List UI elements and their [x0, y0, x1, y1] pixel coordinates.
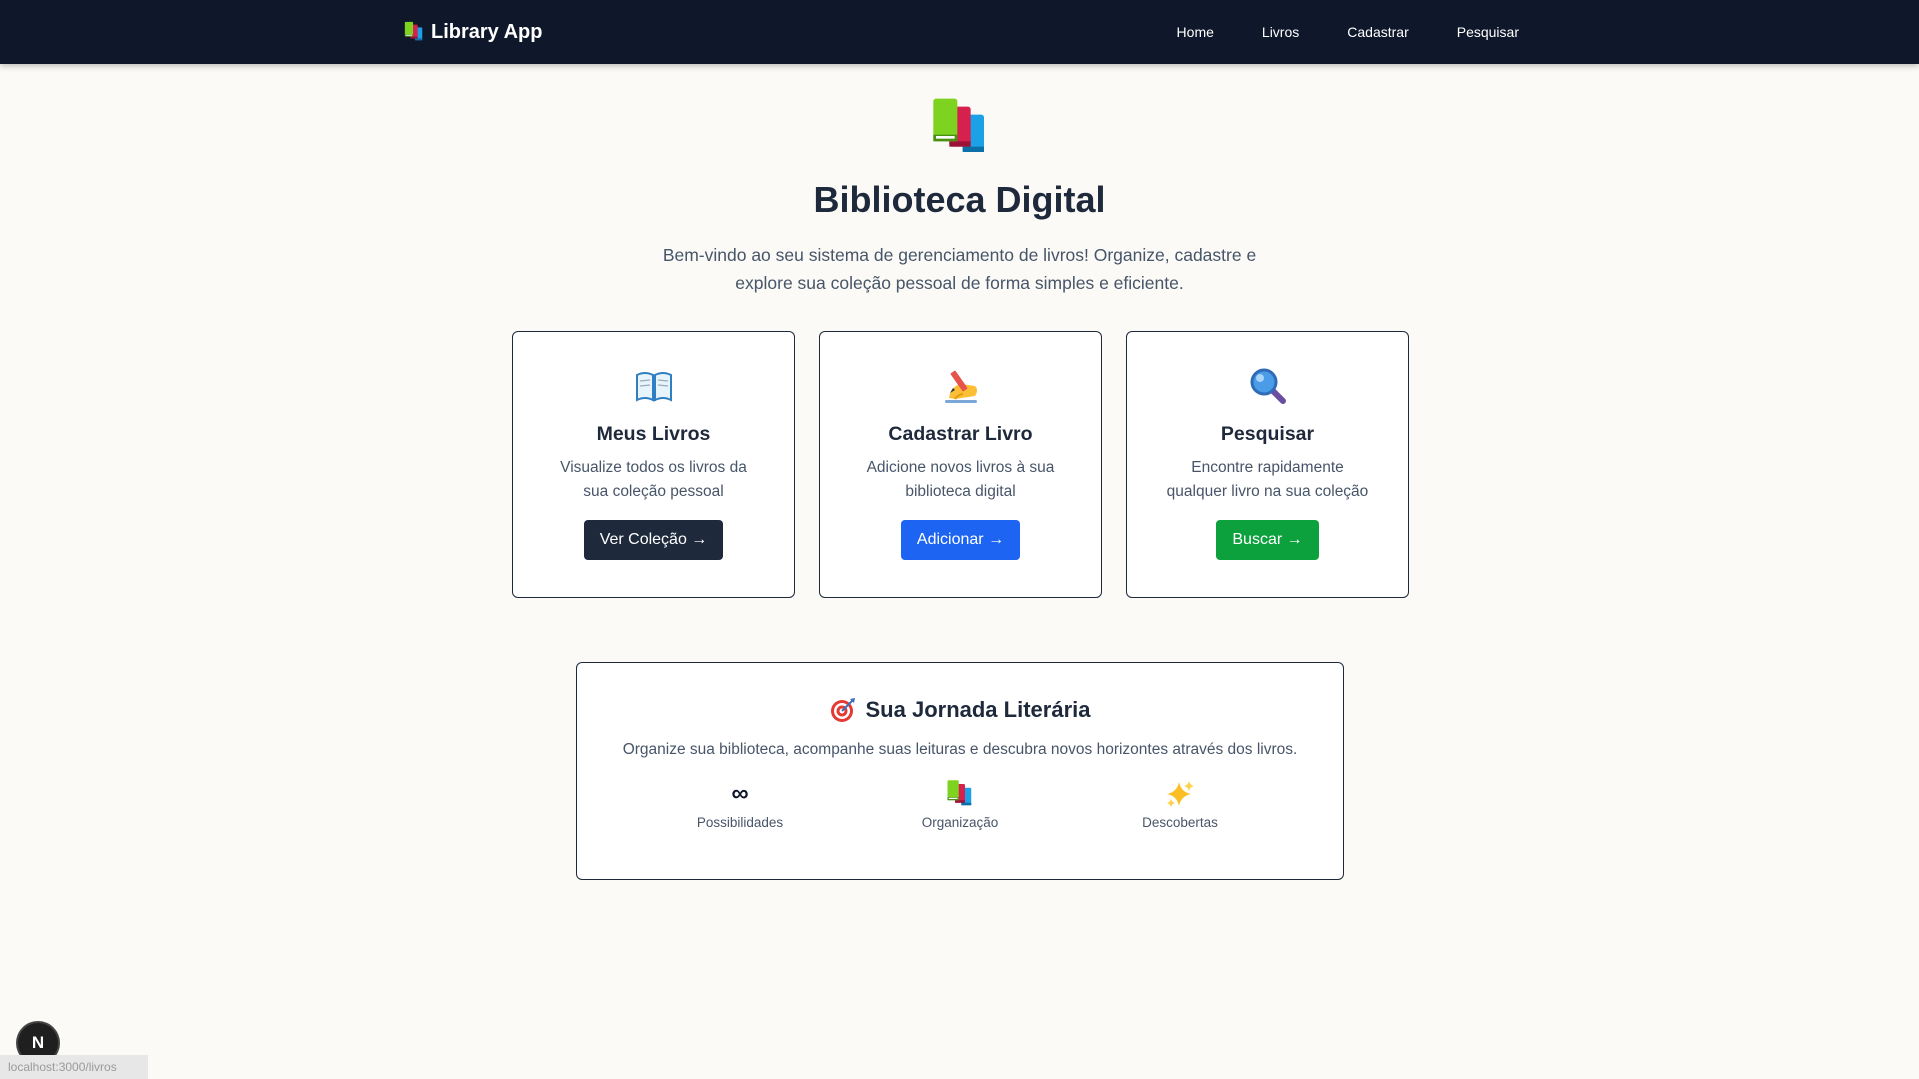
- journey-panel: Sua Jornada Literária Organize sua bibli…: [576, 662, 1344, 880]
- nav-link-pesquisar[interactable]: Pesquisar: [1457, 24, 1519, 40]
- books-icon: [403, 21, 425, 43]
- card-description: Adicione novos livros à sua biblioteca d…: [866, 459, 1055, 500]
- top-navbar: Library App Home Livros Cadastrar Pesqui…: [0, 0, 1919, 64]
- adicionar-button[interactable]: Adicionar →: [900, 520, 1021, 560]
- card-meus-livros: Meus Livros Visualize todos os livros da…: [512, 331, 795, 598]
- stat-label: Descobertas: [1142, 815, 1218, 830]
- stat-label: Organização: [921, 815, 999, 830]
- writing-hand-icon: [944, 370, 977, 403]
- stat-possibilidades: ∞ Possibilidades: [660, 779, 820, 830]
- nav-links: Home Livros Cadastrar Pesquisar: [1177, 0, 1519, 64]
- books-icon: [928, 96, 992, 160]
- card-pesquisar: Pesquisar Encontre rapidamente qualquer …: [1126, 331, 1409, 598]
- journey-header: Sua Jornada Literária: [577, 697, 1343, 723]
- card-description: Encontre rapidamente qualquer livro na s…: [1166, 459, 1369, 500]
- stat-descobertas: Descobertas: [1100, 779, 1260, 830]
- feature-cards: Meus Livros Visualize todos os livros da…: [512, 331, 1409, 598]
- hero-section: Biblioteca Digital Bem-vindo ao seu sist…: [0, 96, 1919, 297]
- open-book-icon: [635, 372, 672, 402]
- journey-description: Organize sua biblioteca, acompanhe suas …: [622, 741, 1298, 758]
- sparkles-icon: [1167, 781, 1194, 807]
- target-icon: [830, 698, 855, 722]
- card-title: Cadastrar Livro: [888, 423, 1033, 445]
- page-title: Biblioteca Digital: [813, 179, 1106, 220]
- card-title: Meus Livros: [596, 423, 711, 445]
- infinity-icon: ∞: [731, 780, 749, 807]
- nav-link-cadastrar[interactable]: Cadastrar: [1347, 24, 1408, 40]
- magnifier-icon: [1250, 368, 1286, 404]
- brand[interactable]: Library App: [403, 0, 543, 64]
- books-icon: [945, 779, 975, 809]
- status-bar-url: localhost:3000/livros: [0, 1055, 148, 1079]
- journey-stats: ∞ Possibilidades Organização Descobertas: [660, 779, 1260, 830]
- nav-link-home[interactable]: Home: [1177, 24, 1214, 40]
- journey-title: Sua Jornada Literária: [865, 697, 1091, 722]
- stat-organizacao: Organização: [880, 779, 1040, 830]
- card-cadastrar-livro: Cadastrar Livro Adicione novos livros à …: [819, 331, 1102, 598]
- buscar-button[interactable]: Buscar →: [1216, 520, 1319, 560]
- stat-label: Possibilidades: [696, 815, 784, 830]
- nav-link-livros[interactable]: Livros: [1262, 24, 1299, 40]
- hero-description: Bem-vindo ao seu sistema de gerenciament…: [662, 245, 1257, 293]
- card-title: Pesquisar: [1220, 423, 1315, 445]
- card-description: Visualize todos os livros da sua coleção…: [560, 459, 747, 500]
- ver-colecao-button[interactable]: Ver Coleção →: [583, 520, 724, 560]
- brand-title[interactable]: Library App: [431, 21, 543, 44]
